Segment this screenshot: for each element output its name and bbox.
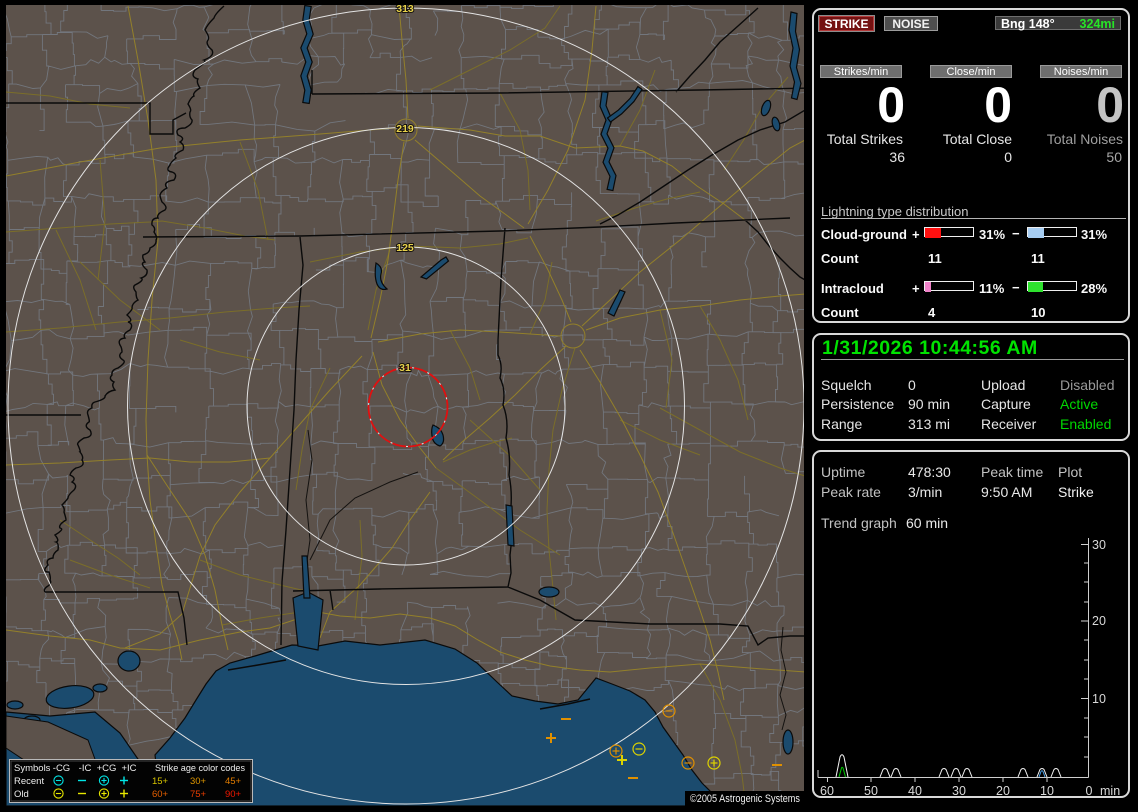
svg-text:31: 31 [399, 362, 411, 374]
svg-text:10: 10 [1040, 784, 1054, 798]
svg-text:+IC: +IC [121, 763, 136, 774]
svg-text:15+: 15+ [152, 776, 169, 787]
svg-text:30+: 30+ [190, 776, 207, 787]
svg-text:Strike age color codes: Strike age color codes [155, 763, 245, 774]
svg-text:40: 40 [908, 784, 922, 798]
svg-text:45+: 45+ [225, 776, 242, 787]
svg-text:75+: 75+ [190, 789, 207, 800]
svg-text:90+: 90+ [225, 789, 242, 800]
svg-text:©2005 Astrogenic Systems: ©2005 Astrogenic Systems [690, 793, 800, 805]
svg-text:20: 20 [996, 784, 1010, 798]
svg-text:30: 30 [1092, 538, 1106, 552]
svg-text:0: 0 [1086, 784, 1093, 798]
svg-text:30: 30 [952, 784, 966, 798]
svg-text:125: 125 [396, 242, 414, 254]
svg-text:-IC: -IC [79, 763, 92, 774]
svg-text:60+: 60+ [152, 789, 169, 800]
svg-text:Recent: Recent [14, 776, 44, 787]
svg-text:20: 20 [1092, 614, 1106, 628]
svg-text:50: 50 [864, 784, 878, 798]
svg-text:60: 60 [820, 784, 834, 798]
svg-text:Old: Old [14, 789, 29, 800]
svg-text:-CG: -CG [53, 763, 70, 774]
svg-text:10: 10 [1092, 692, 1106, 706]
svg-text:313: 313 [396, 5, 414, 15]
svg-text:219: 219 [396, 123, 414, 135]
svg-text:Symbols: Symbols [14, 763, 51, 774]
svg-text:min: min [1100, 784, 1120, 798]
svg-text:+CG: +CG [97, 763, 117, 774]
